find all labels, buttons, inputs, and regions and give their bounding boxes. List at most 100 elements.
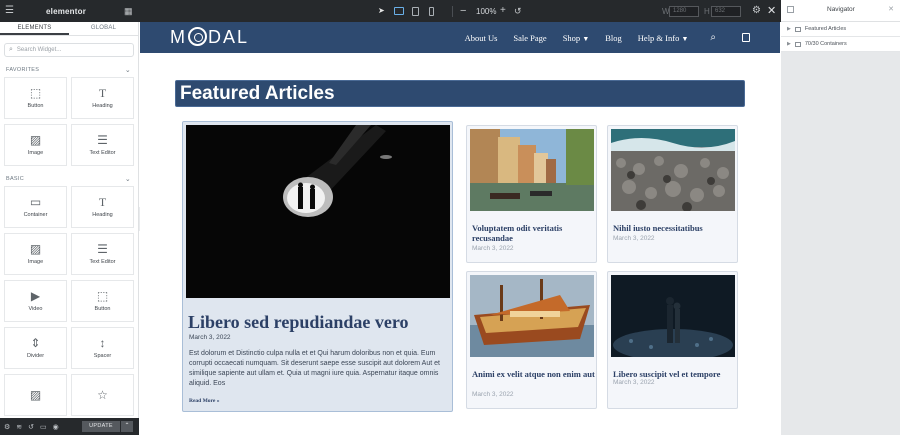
- widget-text-editor[interactable]: ☰ Text Editor: [71, 124, 134, 166]
- tab-global[interactable]: GLOBAL: [69, 22, 138, 35]
- widget-image-box[interactable]: ▨: [4, 374, 67, 416]
- post-card[interactable]: Nihil iusto necessitatibus March 3, 2022: [607, 125, 738, 263]
- favorites-grid: ⬚ Button T Heading ▨ Image ☰ Text Editor: [0, 77, 138, 166]
- text-editor-icon: ☰: [97, 133, 108, 147]
- elementor-logo: elementor: [46, 6, 87, 16]
- widget-icon[interactable]: ☆: [71, 374, 134, 416]
- widget-label: Heading: [92, 212, 113, 218]
- close-icon[interactable]: ✕: [888, 5, 894, 13]
- navigator-item[interactable]: ▶ 70/30 Containers: [781, 37, 900, 52]
- widget-container[interactable]: ▭ Container: [4, 186, 67, 228]
- menu-item-sale[interactable]: Sale Page: [513, 33, 546, 43]
- hamburger-menu-icon[interactable]: ☰: [5, 0, 14, 22]
- caret-right-icon[interactable]: ▶: [787, 26, 791, 32]
- widget-image[interactable]: ▨ Image: [4, 124, 67, 166]
- caret-down-icon: ▼: [582, 34, 590, 43]
- widget-heading[interactable]: T Heading: [71, 186, 134, 228]
- divider-icon: ⇕: [30, 336, 41, 350]
- widget-text-editor[interactable]: ☰ Text Editor: [71, 233, 134, 275]
- menu-item-blog[interactable]: Blog: [605, 33, 622, 43]
- widget-button[interactable]: ⬚ Button: [4, 77, 67, 119]
- widget-label: Container: [23, 212, 48, 218]
- width-field[interactable]: 1280: [669, 5, 699, 17]
- settings-icon[interactable]: ⚙: [4, 423, 10, 431]
- widget-search-input[interactable]: ⌕ Search Widget...: [4, 43, 134, 57]
- featured-post-card[interactable]: Libero sed repudiandae vero March 3, 202…: [182, 121, 453, 412]
- post-title[interactable]: Animi ex velit atque non enim aut: [472, 369, 596, 379]
- tab-elements[interactable]: ELEMENTS: [0, 22, 69, 35]
- widget-label: Spacer: [93, 353, 112, 359]
- site-logo[interactable]: M DAL: [170, 27, 249, 48]
- category-favorites-header[interactable]: FAVORITES ⌄: [0, 63, 138, 77]
- post-date: March 3, 2022: [472, 245, 514, 252]
- post-card[interactable]: Libero suscipit vel et tempore March 3, …: [607, 271, 738, 409]
- update-button[interactable]: UPDATE: [82, 421, 120, 432]
- widget-heading[interactable]: T Heading: [71, 77, 134, 119]
- collapse-all-icon[interactable]: [787, 6, 794, 13]
- menu-item-about[interactable]: About Us: [465, 33, 498, 43]
- post-image[interactable]: [470, 275, 594, 357]
- history-icon[interactable]: ↺: [28, 423, 34, 431]
- site-header: M DAL About Us Sale Page Shop ▼ Blog Help…: [140, 22, 780, 53]
- chevron-down-icon: ⌄: [124, 176, 131, 183]
- height-label: H: [704, 6, 710, 16]
- container-icon: [794, 41, 801, 47]
- widget-image[interactable]: ▨ Image: [4, 233, 67, 275]
- site-menu: About Us Sale Page Shop ▼ Blog Help & In…: [465, 22, 750, 53]
- category-basic-header[interactable]: BASIC ⌄: [0, 172, 138, 186]
- widget-label: Button: [94, 306, 111, 312]
- post-image[interactable]: [470, 129, 594, 211]
- panel-tabs: ELEMENTS GLOBAL: [0, 22, 138, 36]
- widget-button[interactable]: ⬚ Button: [71, 280, 134, 322]
- video-icon: ▶: [30, 289, 41, 303]
- menu-item-shop[interactable]: Shop ▼: [563, 33, 590, 43]
- image-box-icon: ▨: [29, 388, 42, 402]
- search-icon[interactable]: ⌕: [710, 32, 716, 43]
- apps-grid-icon[interactable]: ▦: [124, 0, 133, 22]
- update-options-icon[interactable]: ⌃: [121, 421, 133, 432]
- container-icon: [794, 26, 801, 32]
- post-title[interactable]: Voluptatem odit veritatis recusandae: [472, 223, 596, 243]
- caret-right-icon[interactable]: ▶: [787, 41, 791, 47]
- post-title[interactable]: Libero suscipit vel et tempore: [613, 369, 737, 379]
- featured-post-image[interactable]: [186, 125, 450, 298]
- post-date: March 3, 2022: [613, 235, 655, 242]
- post-image[interactable]: [611, 275, 735, 357]
- navigator-header: Navigator ✕: [781, 0, 900, 22]
- widget-video[interactable]: ▶ Video: [4, 280, 67, 322]
- navigator-item[interactable]: ▶ Featured Articles: [781, 22, 900, 37]
- featured-post-title[interactable]: Libero sed repudiandae vero: [188, 312, 450, 332]
- zoom-in-icon[interactable]: +: [500, 0, 506, 22]
- cart-icon[interactable]: [742, 33, 750, 42]
- caret-down-icon: ▼: [681, 34, 689, 43]
- menu-item-help[interactable]: Help & Info ▼: [638, 33, 689, 43]
- settings-gear-icon[interactable]: ⚙: [752, 0, 761, 22]
- widget-divider[interactable]: ⇕ Divider: [4, 327, 67, 369]
- post-title[interactable]: Nihil iusto necessitatibus: [613, 223, 737, 233]
- close-icon[interactable]: ✕: [767, 0, 776, 22]
- preview-eye-icon[interactable]: ◉: [53, 423, 59, 431]
- zoom-reset-icon[interactable]: ↺: [514, 0, 522, 22]
- navigator-panel: Navigator ✕ ▶ Featured Articles ▶ 70/30 …: [781, 0, 900, 435]
- layers-icon[interactable]: ≋: [16, 423, 22, 431]
- menu-label: Shop: [562, 32, 581, 43]
- mobile-view-icon[interactable]: [429, 0, 434, 22]
- post-card[interactable]: Voluptatem odit veritatis recusandae Mar…: [466, 125, 597, 263]
- widgets-panel: ELEMENTS GLOBAL ⌕ Search Widget... FAVOR…: [0, 22, 139, 435]
- post-image[interactable]: [611, 129, 735, 211]
- chevron-down-icon: ⌄: [124, 67, 131, 74]
- post-card[interactable]: Animi ex velit atque non enim aut March …: [466, 271, 597, 409]
- widget-spacer[interactable]: ↕ Spacer: [71, 327, 134, 369]
- responsive-icon[interactable]: ▭: [40, 423, 47, 431]
- search-placeholder: Search Widget...: [16, 47, 62, 53]
- featured-articles-heading[interactable]: Featured Articles: [175, 80, 745, 107]
- desktop-view-icon[interactable]: [394, 0, 404, 22]
- navigator-item-label: Featured Articles: [804, 26, 847, 32]
- heading-icon: T: [98, 195, 107, 209]
- featured-post-excerpt: Est dolorum et Distinctio culpa nulla et…: [189, 350, 440, 387]
- read-more-link[interactable]: Read More »: [189, 398, 219, 404]
- widget-label: Video: [28, 306, 43, 312]
- height-field[interactable]: 632: [711, 5, 741, 17]
- tablet-view-icon[interactable]: [412, 0, 419, 22]
- zoom-out-icon[interactable]: −: [460, 0, 466, 22]
